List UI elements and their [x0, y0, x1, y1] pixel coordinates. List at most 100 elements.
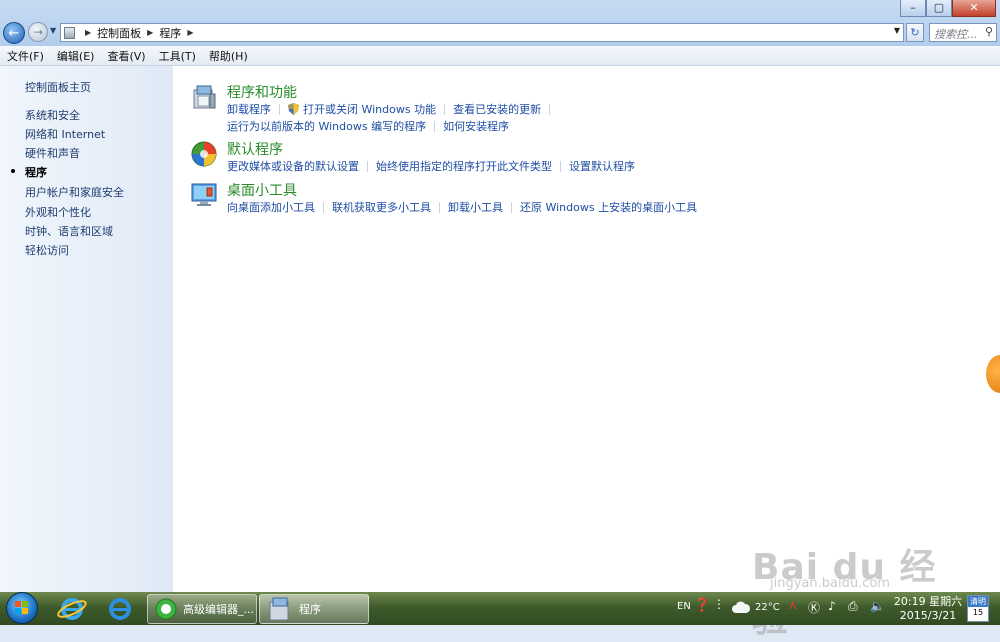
link-divider [323, 201, 324, 213]
breadcrumb-programs[interactable]: 程序 [159, 25, 181, 41]
link-autoplay-defaults[interactable]: 更改媒体或设备的默认设置 [227, 158, 359, 174]
sidebar-item-system-security[interactable]: 系统和安全 [25, 107, 80, 123]
language-indicator[interactable]: EN [677, 601, 691, 612]
chevron-right-icon[interactable]: ▶ [85, 28, 91, 37]
category-links-default-programs: 更改媒体或设备的默认设置 始终使用指定的程序打开此文件类型 设置默认程序 [227, 158, 635, 174]
address-bar[interactable]: ▶ 控制面板 ▶ 程序 ▶ ▼ [60, 23, 904, 42]
sidebar-item-clock-region[interactable]: 时钟、语言和区域 [25, 223, 113, 239]
link-windows-features[interactable]: 打开或关闭 Windows 功能 [303, 101, 436, 117]
baidu-watermark: Bai du 经验 jingyan.baidu.com [740, 520, 970, 640]
back-button[interactable]: ← [3, 22, 25, 44]
link-divider [444, 103, 446, 115]
link-compatibility[interactable]: 运行为以前版本的 Windows 编写的程序 [227, 118, 426, 134]
minimize-button[interactable]: – [900, 0, 926, 17]
link-divider [549, 103, 551, 115]
calendar-weather: 清明 [968, 596, 988, 607]
system-clock[interactable]: 20:19 星期六 2015/3/21 [893, 595, 963, 623]
temperature[interactable]: 22°C [755, 602, 780, 613]
sidebar-item-ease-of-access[interactable]: 轻松访问 [25, 242, 69, 258]
main-content: 程序和功能 卸载程序 打开或关闭 Windows 功能 查看已安装的更新 运行为… [173, 66, 1000, 640]
maximize-button[interactable]: ▢ [926, 0, 952, 17]
forward-button[interactable]: → [28, 22, 48, 42]
category-title-default-programs[interactable]: 默认程序 [227, 139, 283, 159]
menu-bar: 文件(F) 编辑(E) 查看(V) 工具(T) 帮助(H) [0, 46, 1000, 66]
link-divider [367, 160, 368, 172]
chevron-right-icon[interactable]: ▶ [187, 28, 193, 37]
network-status-icon[interactable]: ⋮ [713, 597, 725, 611]
uac-shield-icon [288, 103, 299, 115]
sidebar-item-user-accounts[interactable]: 用户帐户和家庭安全 [25, 184, 124, 200]
taskbar-button-label: 高级编辑器_... [183, 603, 254, 616]
help-icon[interactable]: ❓ [694, 598, 710, 613]
app-tray-icon[interactable]: Ⓚ [808, 599, 820, 616]
search-input[interactable]: 搜索控... ⚲ [929, 23, 997, 42]
link-uninstall-gadget[interactable]: 卸载小工具 [448, 199, 503, 215]
start-button[interactable] [6, 592, 38, 624]
arrow-right-icon: → [32, 25, 44, 39]
arrow-left-icon: ← [8, 26, 20, 41]
calendar-widget[interactable]: 清明 15 [967, 595, 989, 622]
window-controls: – ▢ ✕ [900, 0, 996, 17]
link-installed-updates[interactable]: 查看已安装的更新 [453, 101, 541, 117]
taskbar-button-programs[interactable]: 程序 [259, 594, 369, 624]
link-restore-gadgets[interactable]: 还原 Windows 上安装的桌面小工具 [520, 199, 697, 215]
menu-help[interactable]: 帮助(H) [202, 48, 254, 64]
default-programs-icon [191, 141, 217, 167]
menu-file[interactable]: 文件(F) [0, 48, 50, 64]
sidebar-item-network-internet[interactable]: 网络和 Internet [25, 126, 105, 142]
menu-tools[interactable]: 工具(T) [152, 48, 202, 64]
chevron-right-icon[interactable]: ▶ [147, 28, 153, 37]
link-get-more-gadgets[interactable]: 联机获取更多小工具 [332, 199, 431, 215]
search-placeholder: 搜索控... [934, 28, 978, 41]
control-panel-icon [269, 597, 289, 621]
taskbar-button-editor[interactable]: 高级编辑器_... [147, 594, 257, 624]
weather-cloud-icon[interactable] [731, 601, 751, 614]
antivirus-icon[interactable]: ⋏ [788, 598, 798, 613]
internet-explorer-icon[interactable] [55, 596, 89, 622]
floating-orange-widget[interactable] [986, 355, 1000, 393]
link-uninstall-program[interactable]: 卸载程序 [227, 101, 271, 117]
clock-date: 2015/3/21 [899, 609, 957, 622]
link-set-default-programs[interactable]: 设置默认程序 [569, 158, 635, 174]
refresh-button[interactable]: ↻ [906, 23, 924, 42]
link-file-associations[interactable]: 始终使用指定的程序打开此文件类型 [376, 158, 552, 174]
music-tray-icon[interactable]: ♪ [828, 599, 836, 613]
refresh-icon: ↻ [910, 26, 920, 39]
address-dropdown-icon[interactable]: ▼ [894, 26, 900, 35]
windows-logo-icon [15, 601, 28, 614]
link-divider [439, 201, 440, 213]
link-how-to-install[interactable]: 如何安装程序 [443, 118, 509, 134]
clock-time: 20:19 星期六 [893, 595, 963, 608]
category-links-programs-features: 卸载程序 打开或关闭 Windows 功能 查看已安装的更新 [227, 101, 558, 117]
menu-view[interactable]: 查看(V) [100, 48, 151, 64]
search-icon: ⚲ [984, 25, 993, 38]
category-title-programs-features[interactable]: 程序和功能 [227, 82, 297, 102]
menu-edit[interactable]: 编辑(E) [50, 48, 101, 64]
close-button[interactable]: ✕ [952, 0, 996, 17]
control-panel-icon [64, 26, 75, 39]
internet-explorer-2-icon[interactable] [103, 596, 137, 622]
link-divider [560, 160, 561, 172]
sidebar-item-hardware-sound[interactable]: 硬件和声音 [25, 145, 80, 161]
link-divider [279, 103, 280, 115]
link-divider [434, 120, 436, 132]
taskbar: 高级编辑器_... 程序 EN ❓ ⋮ 22°C ⋏ Ⓚ ♪ ⎙ 🔈 20:19… [0, 592, 1000, 625]
browser-green-icon [155, 598, 177, 620]
link-divider [511, 201, 512, 213]
sidebar-item-control-panel-home[interactable]: 控制面板主页 [25, 79, 91, 95]
taskbar-button-label: 程序 [299, 603, 321, 616]
network-icon[interactable]: ⎙ [848, 599, 858, 614]
category-title-desktop-gadgets[interactable]: 桌面小工具 [227, 180, 297, 200]
sidebar: 控制面板主页 系统和安全 网络和 Internet 硬件和声音 程序 用户帐户和… [0, 66, 173, 592]
volume-icon[interactable]: 🔈 [870, 599, 885, 613]
sidebar-item-appearance[interactable]: 外观和个性化 [25, 204, 91, 220]
desktop-gadgets-icon [191, 183, 217, 206]
recent-pages-dropdown[interactable]: ▼ [50, 26, 56, 35]
active-bullet-icon [11, 169, 15, 173]
sidebar-item-programs[interactable]: 程序 [25, 164, 47, 180]
link-add-gadgets[interactable]: 向桌面添加小工具 [227, 199, 315, 215]
calendar-day: 15 [972, 608, 984, 617]
category-links-desktop-gadgets: 向桌面添加小工具 联机获取更多小工具 卸载小工具 还原 Windows 上安装的… [227, 199, 697, 215]
breadcrumb-control-panel[interactable]: 控制面板 [97, 25, 141, 41]
programs-features-icon [193, 85, 216, 109]
